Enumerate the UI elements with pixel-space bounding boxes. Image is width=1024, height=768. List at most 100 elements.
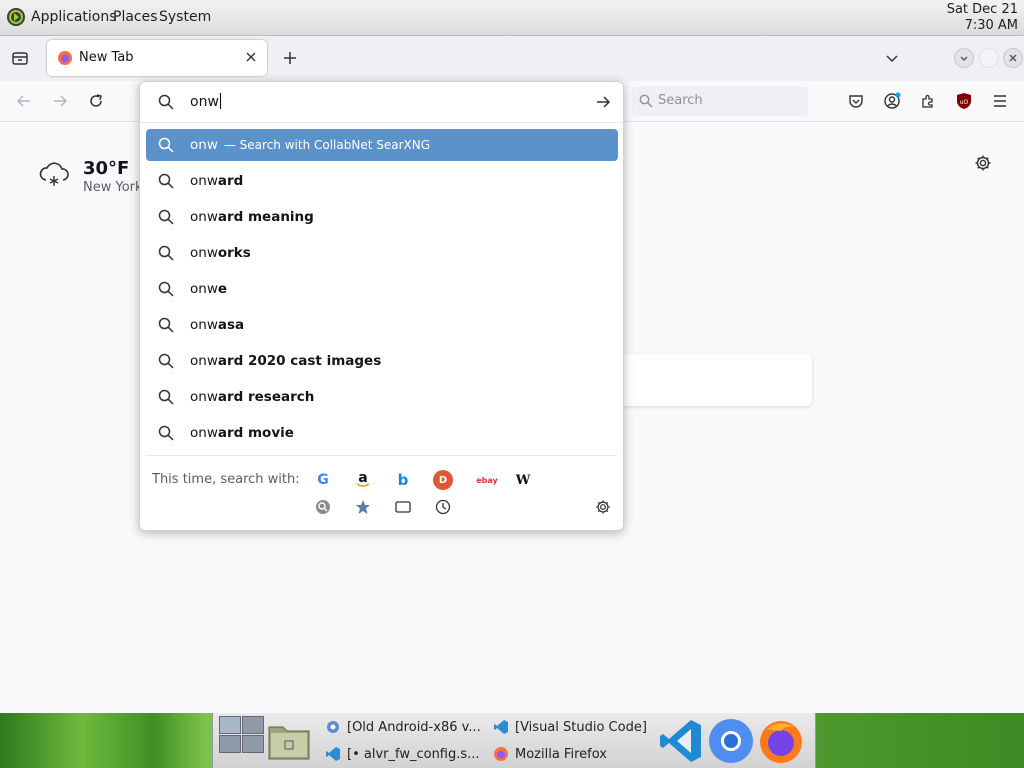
menu-system[interactable]: System bbox=[159, 9, 211, 25]
task-visual-studio-code[interactable]: [Visual Studio Code] bbox=[493, 719, 647, 735]
list-tabs-chevron-down-icon[interactable] bbox=[880, 46, 904, 70]
pocket-icon[interactable] bbox=[844, 89, 868, 113]
tabs-icon[interactable] bbox=[393, 497, 413, 517]
url-input[interactable]: onw bbox=[190, 93, 221, 110]
suggestion-row[interactable]: onw — Search with CollabNet SearXNG bbox=[146, 129, 618, 161]
duckduckgo-engine-icon[interactable]: D bbox=[433, 470, 453, 490]
new-tab-plus-icon[interactable] bbox=[278, 46, 302, 70]
bottom-taskbar: [Old Android-x86 v... [Visual Studio Cod… bbox=[0, 713, 1024, 768]
suggestion-completion: ard bbox=[217, 173, 244, 189]
suggestion-typed-part: onw bbox=[190, 389, 218, 405]
vscode-icon bbox=[326, 747, 340, 761]
search-icon bbox=[639, 94, 653, 108]
suggestion-row[interactable]: onward research bbox=[146, 381, 618, 413]
workspace-2[interactable] bbox=[242, 716, 264, 734]
suggestion-typed-part: onw bbox=[190, 317, 218, 333]
suggestion-text: onward meaning bbox=[190, 209, 320, 225]
suggestion-text: onwe bbox=[190, 281, 233, 297]
tab-new-tab[interactable]: New Tab bbox=[47, 40, 267, 76]
suggestion-text: onward bbox=[190, 173, 249, 189]
ebay-engine-icon[interactable]: ebay bbox=[473, 470, 501, 490]
system-panel: Applications Places System Sat Dec 21 7:… bbox=[0, 0, 1024, 36]
search-input[interactable]: Search bbox=[632, 86, 808, 116]
distro-logo-icon[interactable] bbox=[6, 7, 26, 27]
task-app-icon bbox=[327, 721, 339, 733]
amazon-engine-icon[interactable]: a bbox=[353, 468, 373, 488]
suggestion-row[interactable]: onward 2020 cast images bbox=[146, 345, 618, 377]
shortcut-card bbox=[610, 354, 812, 406]
vscode-launcher-icon[interactable] bbox=[657, 717, 705, 765]
weather-temperature: 30°F bbox=[83, 158, 130, 179]
suggestion-search-icon bbox=[158, 173, 174, 189]
suggestion-row[interactable]: onworks bbox=[146, 237, 618, 269]
suggestion-typed-part: onw bbox=[190, 173, 218, 189]
maximize-window-icon[interactable] bbox=[979, 48, 999, 68]
firefox-view-icon[interactable] bbox=[8, 46, 32, 70]
customize-gear-icon[interactable] bbox=[974, 154, 992, 172]
extensions-puzzle-icon[interactable] bbox=[916, 89, 940, 113]
search-with-label: This time, search with: bbox=[152, 472, 300, 487]
suggestion-typed-part: onw bbox=[190, 137, 218, 153]
folder-icon[interactable] bbox=[267, 719, 311, 761]
suggestion-action: — Search with CollabNet SearXNG bbox=[223, 138, 431, 152]
reload-icon[interactable] bbox=[84, 89, 108, 113]
firefox-launcher-icon[interactable] bbox=[757, 717, 805, 765]
suggestion-completion: orks bbox=[217, 245, 251, 261]
weather-location: New York bbox=[83, 180, 143, 195]
suggestion-search-icon bbox=[158, 317, 174, 333]
close-tab-icon[interactable] bbox=[245, 51, 257, 63]
wikipedia-engine-icon[interactable]: W bbox=[513, 470, 533, 490]
suggestion-search-icon bbox=[158, 209, 174, 225]
text-caret bbox=[219, 93, 221, 109]
ublock-origin-icon[interactable]: uO bbox=[952, 89, 976, 113]
clock[interactable]: Sat Dec 21 7:30 AM bbox=[947, 2, 1018, 34]
searxng-engine-icon[interactable] bbox=[313, 497, 333, 517]
menu-applications[interactable]: Applications bbox=[31, 9, 117, 25]
task-alvr-config[interactable]: [• alvr_fw_config.s... bbox=[325, 746, 480, 762]
suggestion-search-icon bbox=[158, 281, 174, 297]
suggestion-search-icon bbox=[158, 245, 174, 261]
account-icon[interactable] bbox=[880, 89, 904, 113]
go-arrow-icon[interactable] bbox=[595, 94, 611, 110]
suggestion-completion: ard movie bbox=[217, 425, 294, 441]
suggestion-row[interactable]: onward movie bbox=[146, 417, 618, 449]
suggestion-row[interactable]: onward meaning bbox=[146, 201, 618, 233]
workspace-3[interactable] bbox=[219, 735, 241, 753]
history-clock-icon[interactable] bbox=[433, 497, 453, 517]
bookmarks-star-icon[interactable] bbox=[353, 497, 373, 517]
suggestion-completion: ard meaning bbox=[217, 209, 314, 225]
suggestion-completion: ard 2020 cast images bbox=[217, 353, 382, 369]
suggestion-completion: ard research bbox=[217, 389, 315, 405]
suggestion-search-icon bbox=[158, 353, 174, 369]
suggestion-search-icon bbox=[158, 389, 174, 405]
task-android-x86[interactable]: [Old Android-x86 v... bbox=[325, 719, 481, 735]
suggestion-row[interactable]: onward bbox=[146, 165, 618, 197]
urlbar-search-icon bbox=[158, 94, 174, 110]
chromium-launcher-icon[interactable] bbox=[707, 717, 755, 765]
search-settings-gear-icon[interactable] bbox=[593, 497, 613, 517]
suggestion-text: onward research bbox=[190, 389, 320, 405]
back-arrow-icon[interactable] bbox=[12, 89, 36, 113]
google-engine-icon[interactable]: G bbox=[313, 470, 333, 490]
bing-engine-icon[interactable]: b bbox=[393, 470, 413, 490]
divider bbox=[146, 455, 617, 456]
workspace-1[interactable] bbox=[219, 716, 241, 734]
suggestion-completion: asa bbox=[217, 317, 245, 333]
suggestion-row[interactable]: onwe bbox=[146, 273, 618, 305]
hamburger-menu-icon[interactable] bbox=[988, 89, 1012, 113]
suggestion-typed-part: onw bbox=[190, 209, 218, 225]
suggestion-row[interactable]: onwasa bbox=[146, 309, 618, 341]
suggestion-typed-part: onw bbox=[190, 353, 218, 369]
workspace-4[interactable] bbox=[242, 735, 264, 753]
forward-arrow-icon[interactable] bbox=[48, 89, 72, 113]
menu-places[interactable]: Places bbox=[113, 9, 158, 25]
task-mozilla-firefox[interactable]: Mozilla Firefox bbox=[493, 746, 607, 762]
google-glyph: G bbox=[317, 472, 329, 488]
minimize-window-icon[interactable] bbox=[954, 48, 974, 68]
close-window-icon[interactable] bbox=[1003, 48, 1023, 68]
task-label: [Old Android-x86 v... bbox=[347, 719, 481, 735]
vscode-icon bbox=[494, 720, 508, 734]
suggestion-text: onwasa bbox=[190, 317, 250, 333]
snow-cloud-icon bbox=[38, 160, 70, 188]
ebay-glyph: ebay bbox=[476, 475, 498, 485]
